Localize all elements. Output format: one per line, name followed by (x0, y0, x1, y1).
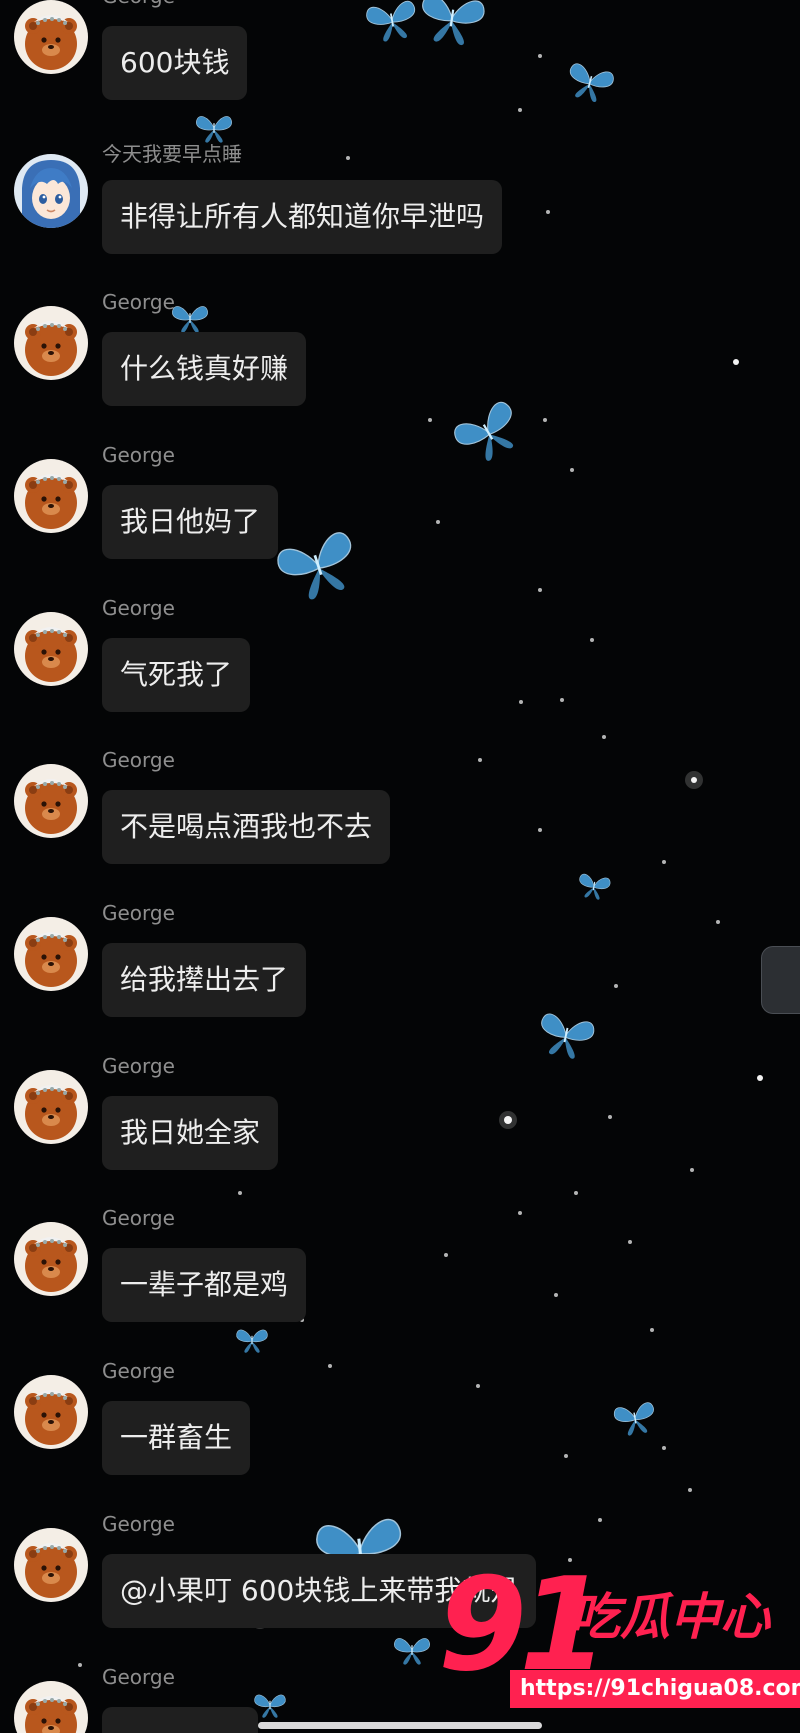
message-bubble[interactable]: 什么钱真好赚 (102, 332, 307, 406)
bear-avatar[interactable] (14, 612, 88, 686)
sender-name: George (102, 1206, 175, 1230)
chat-message: 今天我要早点睡非得让所有人都知道你早泄吗 (0, 138, 800, 278)
chat-message: George 什么钱真好赚 (0, 290, 800, 430)
message-bubble[interactable]: 我日她全家 (102, 1096, 279, 1170)
sender-name: George (102, 901, 175, 925)
sender-name: 今天我要早点睡 (102, 142, 242, 166)
chat-message: George 一辈子都是鸡 (0, 1206, 800, 1346)
bear-avatar[interactable] (14, 1375, 88, 1449)
home-indicator (258, 1722, 542, 1729)
chat-message: George 一群畜生 (0, 1359, 800, 1499)
watermark-name: 吃瓜中心 (570, 1588, 770, 1646)
scroll-handle[interactable] (761, 946, 800, 1014)
sender-name: George (102, 1512, 175, 1536)
bear-avatar[interactable] (14, 764, 88, 838)
bear-avatar[interactable] (14, 459, 88, 533)
sender-name: George (102, 443, 175, 467)
bear-avatar[interactable] (14, 1222, 88, 1296)
sender-name: George (102, 1359, 175, 1383)
chat-message: George 不是喝点酒我也不去 (0, 748, 800, 888)
chat-message: George 给我撵出去了 (0, 901, 800, 1041)
message-bubble[interactable] (102, 1707, 258, 1733)
sender-name: George (102, 0, 175, 8)
message-bubble[interactable]: 气死我了 (102, 638, 251, 712)
bear-avatar[interactable] (14, 1528, 88, 1602)
message-bubble[interactable]: 一群畜生 (102, 1401, 251, 1475)
bear-avatar[interactable] (14, 306, 88, 380)
watermark-logo: 91 吃瓜中心 https://91chigua08.com (434, 1556, 800, 1718)
sender-name: George (102, 748, 175, 772)
chat-message: George 600块钱 (0, 0, 800, 124)
message-bubble[interactable]: 一辈子都是鸡 (102, 1248, 307, 1322)
bear-avatar[interactable] (14, 1681, 88, 1733)
sender-name: George (102, 1665, 175, 1689)
message-bubble[interactable]: 非得让所有人都知道你早泄吗 (102, 180, 503, 254)
star-decoration (538, 588, 542, 592)
sender-name: George (102, 290, 175, 314)
bear-avatar[interactable] (14, 1070, 88, 1144)
bear-avatar[interactable] (14, 917, 88, 991)
message-bubble[interactable]: 不是喝点酒我也不去 (102, 790, 391, 864)
sender-name: George (102, 1054, 175, 1078)
chat-message: George 我日他妈了 (0, 443, 800, 583)
chat-message: George 我日她全家 (0, 1054, 800, 1194)
anime-girl-avatar[interactable] (14, 154, 88, 228)
message-bubble[interactable]: 给我撵出去了 (102, 943, 307, 1017)
chat-message: George 气死我了 (0, 596, 800, 736)
message-bubble[interactable]: 600块钱 (102, 26, 248, 100)
sender-name: George (102, 596, 175, 620)
message-bubble[interactable]: 我日他妈了 (102, 485, 279, 559)
bear-avatar[interactable] (14, 0, 88, 74)
watermark-url: https://91chigua08.com (510, 1670, 800, 1708)
